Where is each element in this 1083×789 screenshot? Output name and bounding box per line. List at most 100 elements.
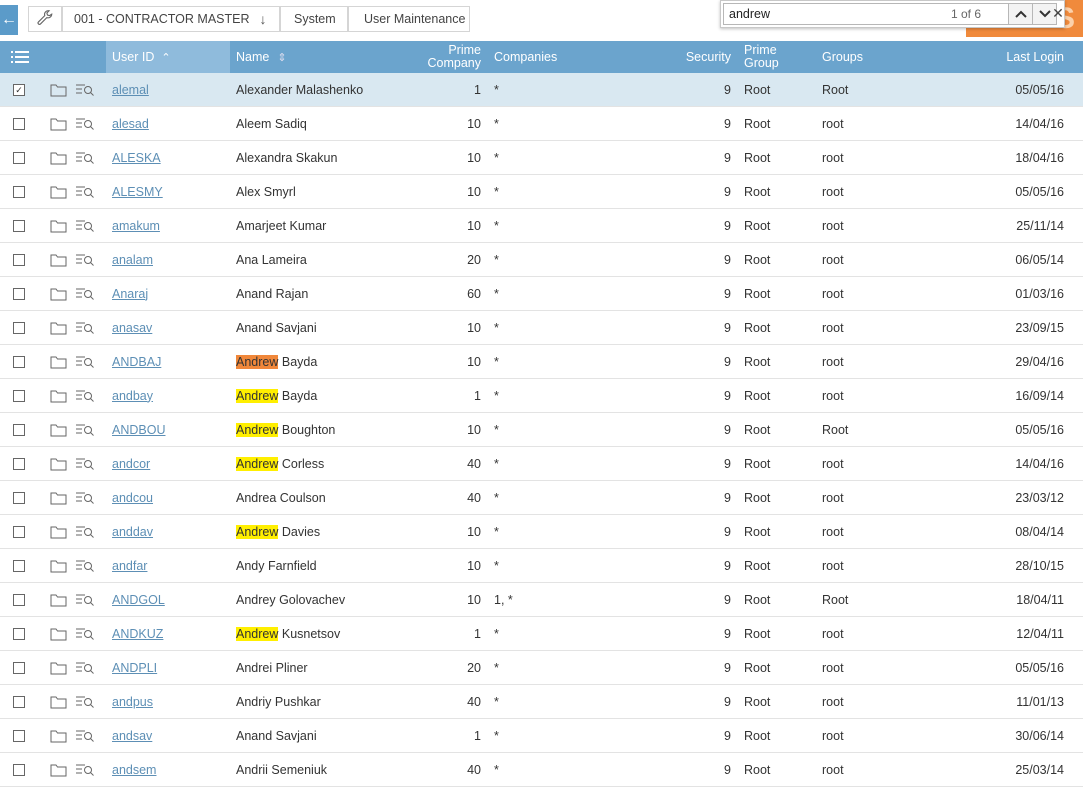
folder-icon[interactable]: [50, 719, 68, 752]
table-row[interactable]: anasav Anand Savjani 10 * 9 Root root 23/09/15: [0, 311, 1083, 345]
table-row[interactable]: amakum Amarjeet Kumar 10 * 9 Root root 25/11/14: [0, 209, 1083, 243]
row-checkbox[interactable]: [13, 753, 25, 786]
checkbox-icon[interactable]: [13, 525, 25, 538]
folder-icon[interactable]: [50, 481, 68, 514]
checkbox-icon[interactable]: [13, 559, 25, 572]
row-checkbox[interactable]: [13, 549, 25, 582]
checkbox-icon[interactable]: ✓: [13, 83, 25, 96]
checkbox-icon[interactable]: [13, 151, 25, 164]
user-id-link[interactable]: anddav: [112, 515, 222, 548]
view-detail-icon[interactable]: [76, 175, 96, 208]
folder-icon[interactable]: [50, 617, 68, 650]
user-id-link[interactable]: amakum: [112, 209, 222, 242]
user-id-link[interactable]: analam: [112, 243, 222, 276]
list-menu-icon[interactable]: [0, 41, 40, 73]
view-detail-icon[interactable]: [76, 651, 96, 684]
view-detail-icon[interactable]: [76, 141, 96, 174]
row-checkbox[interactable]: [13, 311, 25, 344]
table-row[interactable]: ANDBAJ Andrew Bayda 10 * 9 Root root 29/04/16: [0, 345, 1083, 379]
table-row[interactable]: andsav Anand Savjani 1 * 9 Root root 30/06/14: [0, 719, 1083, 753]
folder-icon[interactable]: [50, 175, 68, 208]
view-detail-icon[interactable]: [76, 311, 96, 344]
view-detail-icon[interactable]: [76, 379, 96, 412]
breadcrumb-user-maintenance[interactable]: User Maintenance: [348, 6, 470, 32]
table-row[interactable]: anddav Andrew Davies 10 * 9 Root root 08/04/14: [0, 515, 1083, 549]
user-id-link[interactable]: ANDKUZ: [112, 617, 222, 650]
user-id-link[interactable]: andbay: [112, 379, 222, 412]
table-row[interactable]: ALESKA Alexandra Skakun 10 * 9 Root root 18/04/…: [0, 141, 1083, 175]
folder-icon[interactable]: [50, 515, 68, 548]
view-detail-icon[interactable]: [76, 583, 96, 616]
folder-icon[interactable]: [50, 141, 68, 174]
column-header-groups[interactable]: Groups: [822, 41, 902, 73]
user-id-link[interactable]: alesad: [112, 107, 222, 140]
column-header-security[interactable]: Security: [660, 41, 731, 73]
table-row[interactable]: alesad Aleem Sadiq 10 * 9 Root root 14/04/16: [0, 107, 1083, 141]
view-detail-icon[interactable]: [76, 549, 96, 582]
user-id-link[interactable]: Anaraj: [112, 277, 222, 310]
checkbox-icon[interactable]: [13, 321, 25, 334]
folder-icon[interactable]: [50, 651, 68, 684]
view-detail-icon[interactable]: [76, 107, 96, 140]
checkbox-icon[interactable]: [13, 287, 25, 300]
folder-icon[interactable]: [50, 549, 68, 582]
checkbox-icon[interactable]: [13, 423, 25, 436]
user-id-link[interactable]: anasav: [112, 311, 222, 344]
user-id-link[interactable]: ANDBOU: [112, 413, 222, 446]
wrench-icon[interactable]: [28, 6, 62, 32]
row-checkbox[interactable]: [13, 243, 25, 276]
folder-icon[interactable]: [50, 685, 68, 718]
checkbox-icon[interactable]: [13, 219, 25, 232]
column-header-user-id[interactable]: User ID ⌃: [106, 41, 230, 73]
user-id-link[interactable]: andsem: [112, 753, 222, 786]
user-id-link[interactable]: andpus: [112, 685, 222, 718]
view-detail-icon[interactable]: [76, 277, 96, 310]
folder-icon[interactable]: [50, 277, 68, 310]
user-id-link[interactable]: ANDBAJ: [112, 345, 222, 378]
column-header-last-login[interactable]: Last Login: [960, 41, 1064, 73]
folder-icon[interactable]: [50, 311, 68, 344]
breadcrumb-system[interactable]: System: [280, 6, 348, 32]
checkbox-icon[interactable]: [13, 593, 25, 606]
checkbox-icon[interactable]: [13, 355, 25, 368]
table-row[interactable]: andcor Andrew Corless 40 * 9 Root root 14/04/16: [0, 447, 1083, 481]
folder-icon[interactable]: [50, 345, 68, 378]
back-arrow-icon[interactable]: ←: [0, 5, 18, 35]
folder-icon[interactable]: [50, 753, 68, 786]
checkbox-icon[interactable]: [13, 457, 25, 470]
view-detail-icon[interactable]: [76, 243, 96, 276]
user-id-link[interactable]: andcou: [112, 481, 222, 514]
checkbox-icon[interactable]: [13, 491, 25, 504]
table-row[interactable]: Anaraj Anand Rajan 60 * 9 Root root 01/03/16: [0, 277, 1083, 311]
column-header-prime-group[interactable]: Prime Group: [744, 41, 804, 73]
row-checkbox[interactable]: [13, 685, 25, 718]
view-detail-icon[interactable]: [76, 209, 96, 242]
down-arrow-icon[interactable]: ↓: [260, 11, 267, 27]
row-checkbox[interactable]: [13, 617, 25, 650]
breadcrumb-company[interactable]: 001 - CONTRACTOR MASTER ↓: [62, 6, 280, 32]
table-row[interactable]: ANDPLI Andrei Pliner 20 * 9 Root root 05/05/16: [0, 651, 1083, 685]
checkbox-icon[interactable]: [13, 729, 25, 742]
checkbox-icon[interactable]: [13, 627, 25, 640]
view-detail-icon[interactable]: [76, 719, 96, 752]
folder-icon[interactable]: [50, 209, 68, 242]
row-checkbox[interactable]: [13, 141, 25, 174]
row-checkbox[interactable]: ✓: [13, 73, 25, 106]
table-row[interactable]: ANDGOL Andrey Golovachev 10 1, * 9 Root Root 18…: [0, 583, 1083, 617]
user-id-link[interactable]: alemal: [112, 73, 222, 106]
row-checkbox[interactable]: [13, 651, 25, 684]
row-checkbox[interactable]: [13, 379, 25, 412]
find-previous-button[interactable]: [1008, 3, 1033, 25]
view-detail-icon[interactable]: [76, 515, 96, 548]
view-detail-icon[interactable]: [76, 345, 96, 378]
row-checkbox[interactable]: [13, 107, 25, 140]
user-id-link[interactable]: andsav: [112, 719, 222, 752]
row-checkbox[interactable]: [13, 277, 25, 310]
view-detail-icon[interactable]: [76, 617, 96, 650]
checkbox-icon[interactable]: [13, 117, 25, 130]
view-detail-icon[interactable]: [76, 447, 96, 480]
user-id-link[interactable]: ALESKA: [112, 141, 222, 174]
checkbox-icon[interactable]: [13, 763, 25, 776]
table-row[interactable]: andcou Andrea Coulson 40 * 9 Root root 23/03/12: [0, 481, 1083, 515]
folder-icon[interactable]: [50, 447, 68, 480]
